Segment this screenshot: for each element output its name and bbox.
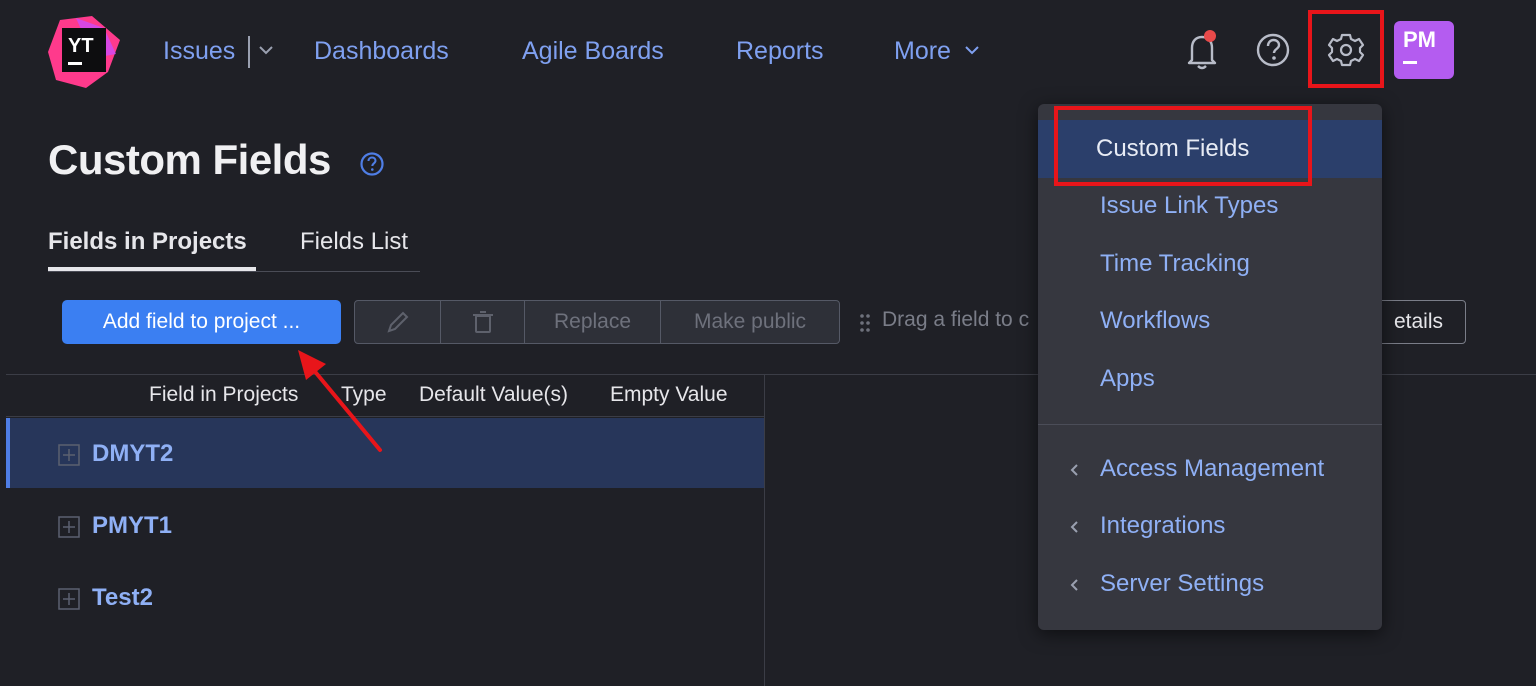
project-name: PMYT1: [92, 512, 173, 539]
chevron-left-icon: [1070, 521, 1078, 533]
table-row[interactable]: Test2: [6, 562, 764, 632]
chevron-down-icon[interactable]: [964, 40, 980, 60]
nav-issues[interactable]: Issues: [163, 33, 235, 69]
nav-dashboards[interactable]: Dashboards: [314, 33, 449, 69]
expand-icon[interactable]: [58, 516, 80, 538]
active-tab-indicator: [48, 267, 256, 271]
edit-button[interactable]: [355, 301, 441, 343]
trash-icon: [472, 311, 493, 334]
make-public-button[interactable]: Make public: [661, 301, 839, 343]
nav-separator: [248, 36, 250, 68]
drag-hint-text: Drag a field to c: [882, 308, 1030, 331]
project-name: DMYT2: [92, 440, 174, 467]
menu-group-label: Access Management: [1100, 455, 1325, 482]
project-name: Test2: [92, 584, 153, 611]
top-header: YT Issues Dashboards Agile Boards Report…: [0, 0, 1536, 100]
expand-icon[interactable]: [58, 588, 80, 610]
bell-icon[interactable]: [1182, 28, 1222, 72]
table-row[interactable]: PMYT1: [6, 490, 764, 560]
menu-item-workflows[interactable]: Workflows: [1038, 292, 1382, 350]
youtrack-logo[interactable]: YT: [46, 14, 122, 90]
tab-fields-list[interactable]: Fields List: [300, 228, 408, 256]
pencil-icon: [386, 312, 408, 334]
page-title: Custom Fields: [48, 136, 331, 183]
menu-group-integrations[interactable]: Integrations: [1038, 497, 1382, 555]
menu-item-custom-fields[interactable]: Custom Fields: [1038, 120, 1382, 178]
menu-item-issue-link-types[interactable]: Issue Link Types: [1038, 177, 1382, 235]
nav-more[interactable]: More: [894, 33, 951, 69]
avatar-initials: PM: [1403, 27, 1436, 52]
menu-item-time-tracking[interactable]: Time Tracking: [1038, 235, 1382, 293]
nav-agile-boards[interactable]: Agile Boards: [522, 33, 664, 69]
menu-group-access-management[interactable]: Access Management: [1038, 440, 1382, 498]
expand-icon[interactable]: [58, 444, 80, 466]
gear-icon[interactable]: [1326, 28, 1366, 72]
logo-text: YT: [68, 35, 94, 57]
administration-menu: Custom Fields Issue Link Types Time Trac…: [1038, 104, 1382, 630]
tabs: Fields in Projects Fields List: [48, 222, 420, 272]
youtrack-app: YT Issues Dashboards Agile Boards Report…: [0, 0, 1536, 686]
chevron-left-icon: [1070, 579, 1078, 591]
notification-dot: [1204, 30, 1216, 42]
menu-group-label: Integrations: [1100, 512, 1226, 539]
field-actions-group: Replace Make public: [354, 300, 840, 344]
column-header-field[interactable]: Field in Projects: [149, 383, 298, 407]
chevron-left-icon: [1070, 464, 1078, 476]
add-field-to-project-button[interactable]: Add field to project ...: [62, 300, 341, 344]
chevron-down-icon[interactable]: [258, 40, 274, 60]
tab-fields-in-projects[interactable]: Fields in Projects: [48, 228, 247, 256]
help-icon[interactable]: [359, 151, 385, 177]
drag-handle-icon: [860, 314, 870, 332]
menu-item-apps[interactable]: Apps: [1038, 350, 1382, 408]
help-icon[interactable]: [1253, 28, 1293, 72]
column-header-type[interactable]: Type: [341, 383, 387, 407]
replace-button[interactable]: Replace: [525, 301, 661, 343]
table-row[interactable]: DMYT2: [6, 418, 764, 488]
delete-button[interactable]: [441, 301, 525, 343]
menu-group-server-settings[interactable]: Server Settings: [1038, 555, 1382, 613]
user-avatar[interactable]: PM: [1394, 21, 1454, 79]
menu-group-label: Server Settings: [1100, 570, 1265, 597]
nav-reports[interactable]: Reports: [736, 33, 824, 69]
column-header-empty-value[interactable]: Empty Value: [610, 383, 728, 407]
column-header-default-values[interactable]: Default Value(s): [419, 383, 568, 407]
